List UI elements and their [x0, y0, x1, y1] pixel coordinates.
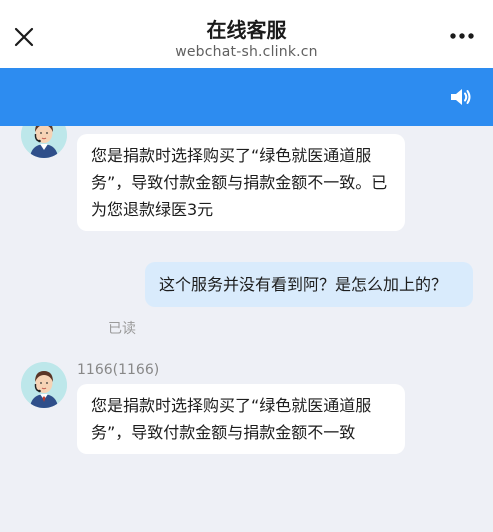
agent-avatar-icon — [21, 126, 67, 158]
page-title: 在线客服 — [206, 18, 287, 42]
message-text: 您是捐款时选择购买了“绿色就医通道服务”，导致付款金额与捐款金额不一致。已为您退… — [91, 146, 388, 219]
top-bar: 在线客服 webchat-sh.clink.cn — [0, 0, 493, 68]
agent-avatar-icon — [21, 362, 67, 408]
message-text: 这个服务并没有看到阿？是怎么加上的？ — [159, 275, 448, 294]
chat-toolbar — [0, 68, 493, 126]
agent-name: 1166(1166) — [77, 362, 160, 378]
speaker-icon[interactable] — [449, 86, 473, 108]
chat-area[interactable]: 您是捐款时选择购买了“绿色就医通道服务”，导致付款金额与捐款金额不一致。已为您退… — [0, 126, 493, 532]
incoming-message-bubble: 您是捐款时选择购买了“绿色就医通道服务”，导致付款金额与捐款金额不一致 — [77, 384, 405, 454]
outgoing-message-bubble: 这个服务并没有看到阿？是怎么加上的？ — [145, 262, 473, 307]
message-text: 您是捐款时选择购买了“绿色就医通道服务”，导致付款金额与捐款金额不一致 — [91, 396, 372, 442]
read-status: 已读 — [108, 321, 136, 337]
page-url: webchat-sh.clink.cn — [175, 44, 318, 60]
agent-avatar — [21, 362, 67, 408]
more-icon[interactable] — [449, 32, 475, 40]
incoming-message-bubble: 您是捐款时选择购买了“绿色就医通道服务”，导致付款金额与捐款金额不一致。已为您退… — [77, 134, 405, 231]
agent-avatar — [21, 126, 67, 158]
